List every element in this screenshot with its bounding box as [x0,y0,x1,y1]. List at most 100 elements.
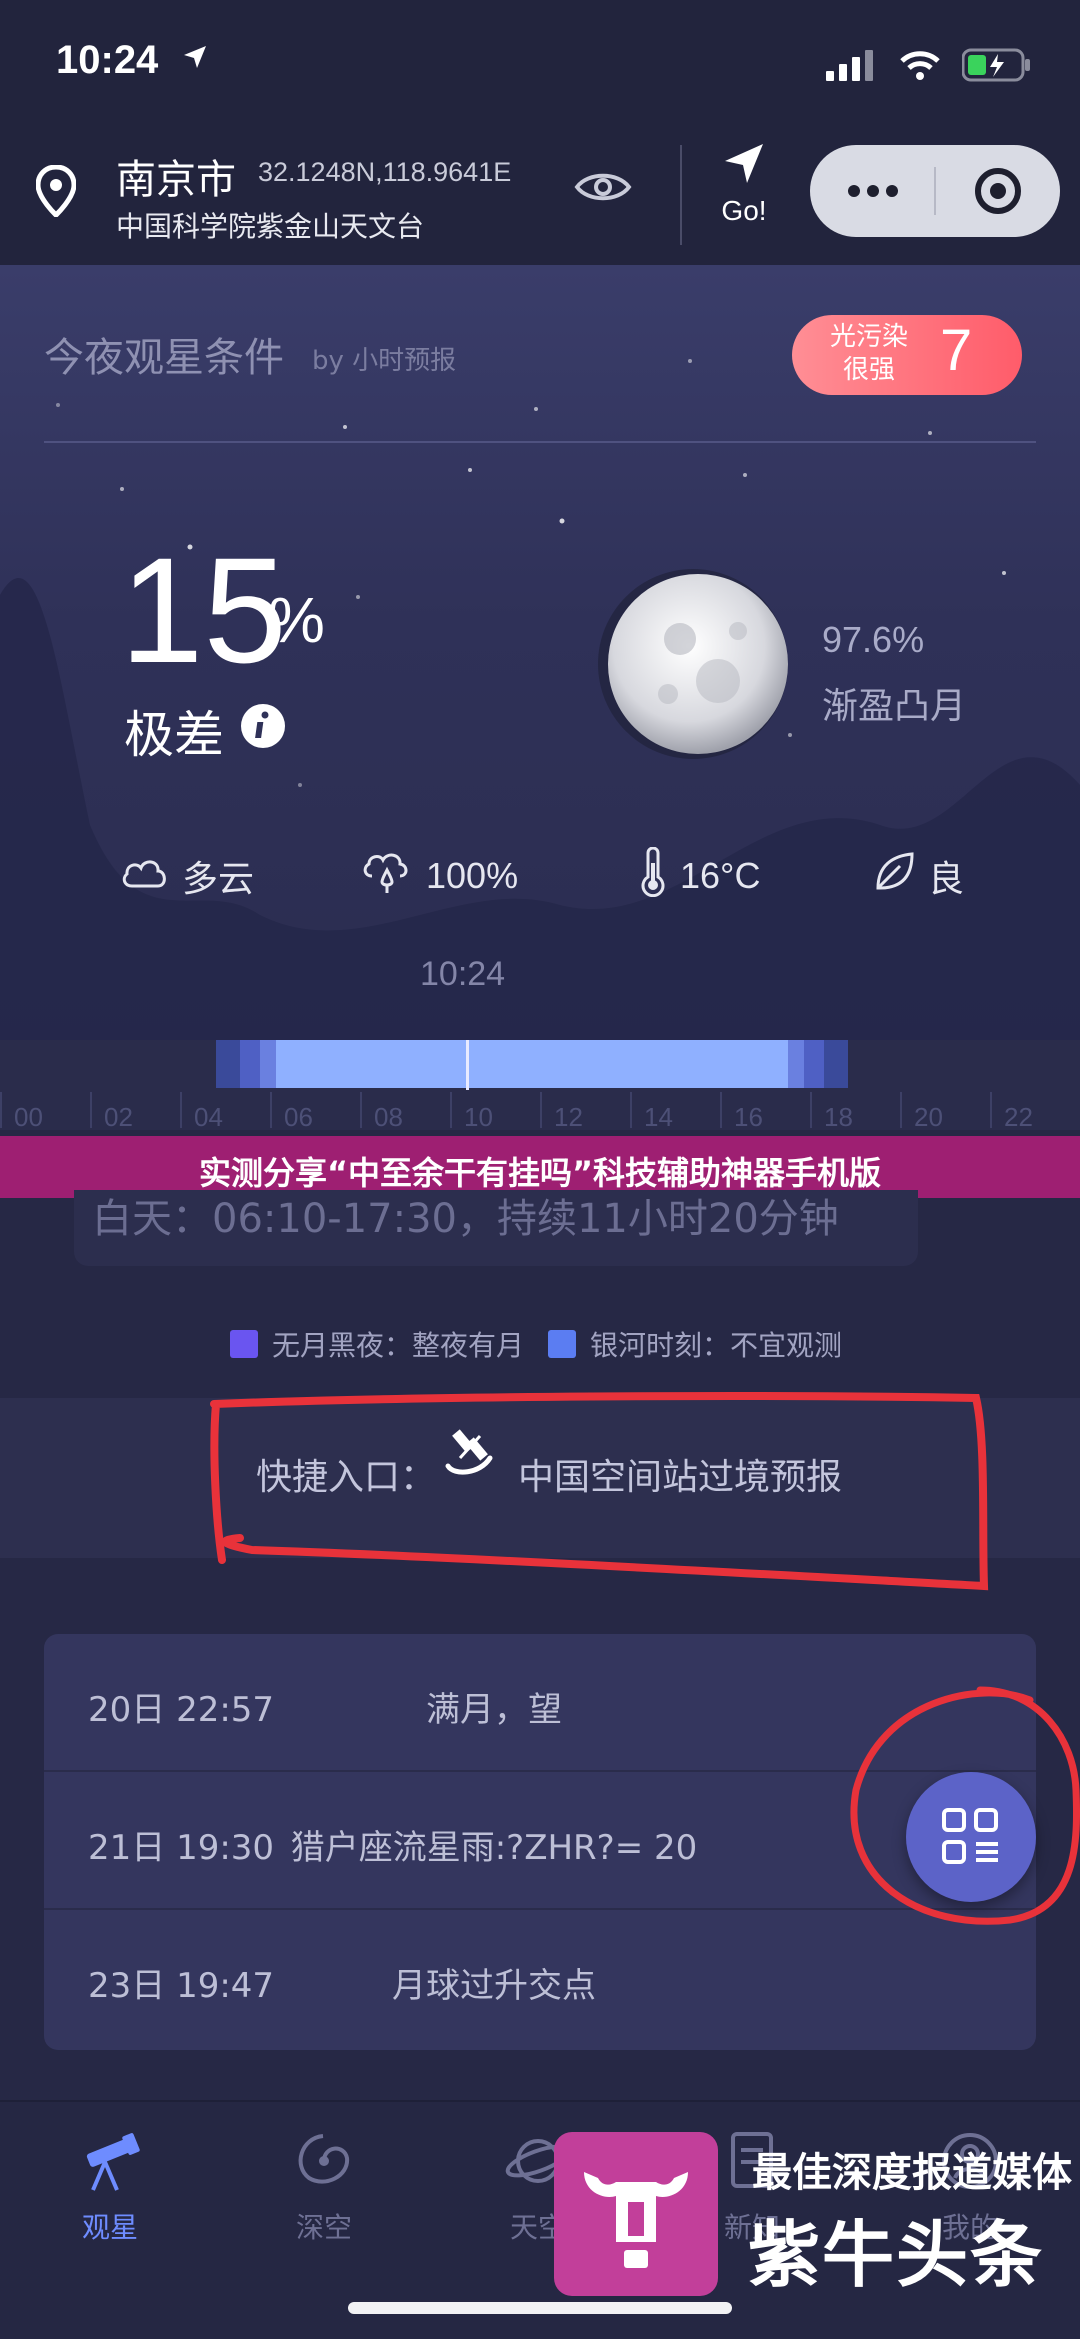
location-pin-icon [35,164,77,221]
tab-label: 深空 [295,2211,352,2244]
timeline-band [260,1040,276,1088]
watermark-tagline: 最佳深度报道媒体 [752,2150,1072,2196]
timeline-tick-mark [900,1092,902,1128]
timeline-tick-label: 08 [374,1102,403,1132]
eye-icon[interactable] [574,167,632,211]
battery-icon [961,48,1032,86]
event-description: 满月，望 [426,1690,562,1730]
observatory-name: 中国科学院紫金山天文台 [116,210,425,243]
go-button[interactable]: Go! [706,141,782,251]
timeline-band [216,1040,240,1088]
cloud-icon [120,854,170,899]
timeline-ticks: 00 02 04 06 08 10 12 14 16 18 20 22 [0,1092,1080,1132]
weather-text: 16°C [680,855,761,896]
timeline-tick-mark [450,1092,452,1128]
watermark-brand: 紫牛头条 [748,2213,1045,2297]
stargazing-panel: 今夜观星条件 by 小时预报 光污染很强 7 15 % 极差 97.6% 渐盈凸… [0,265,1080,1055]
timeline-tick-label: 06 [284,1102,313,1132]
light-pollution-badge[interactable]: 光污染很强 7 [792,315,1022,395]
timeline-now-marker [466,1040,469,1090]
wifi-icon [898,49,942,85]
weather-text: 良 [928,858,965,899]
timeline-band [788,1040,804,1088]
legend-item: 银河时刻：不宜观测 [548,1324,842,1364]
signal-icon [826,49,878,85]
timeline-tick-mark [0,1092,2,1128]
observation-index-unit: % [268,584,325,656]
miniprogram-capsule [810,145,1060,237]
hourly-timeline[interactable]: 00 02 04 06 08 10 12 14 16 18 20 22 [0,1040,1080,1132]
timeline-tick-mark [90,1092,92,1128]
event-row[interactable]: 20日 22:57 满月，望 [44,1634,1036,1772]
observation-index: 15 [120,526,287,694]
current-time-label: 10:24 [420,955,506,993]
timeline-band [824,1040,848,1088]
status-icons [826,48,1032,86]
weather-text: 100% [426,855,519,896]
space-station-forecast-link[interactable]: 中国空间站过境预报 [518,1448,842,1500]
moon-illumination: 97.6% [822,619,925,660]
timeline-band [804,1040,824,1088]
header-divider [680,145,682,245]
timeline-tick-label: 04 [194,1102,223,1132]
navigation-arrow-icon [721,144,767,191]
status-bar: 10:24 [0,0,1080,135]
grid-menu-icon [942,1808,998,1864]
daylight-text: 白天：06:10-17:30，持续11小时20分钟 [92,1196,839,1242]
galaxy-icon [289,2134,359,2200]
weather-text: 多云 [182,858,255,899]
moon-phase: 渐盈凸月 [822,686,967,727]
legend-swatch [548,1330,576,1358]
section-title: 今夜观星条件 [44,335,284,381]
home-indicator [348,2302,732,2314]
status-time: 10:24 [56,38,159,82]
location-arrow-icon [182,44,208,74]
timeline-tick-label: 18 [824,1102,853,1132]
tab-deep-space[interactable]: 深空 [254,2126,394,2246]
thermometer-icon [638,846,668,906]
timeline-tick-label: 10 [464,1102,493,1132]
section-divider [44,441,1036,443]
timeline-tick-label: 20 [914,1102,943,1132]
legend-item: 无月黑夜：整夜有月 [230,1324,524,1364]
timeline-tick-label: 02 [104,1102,133,1132]
timeline-tick-mark [720,1092,722,1128]
timeline-tick-mark [540,1092,542,1128]
timeline-tick-label: 12 [554,1102,583,1132]
legend-swatch [230,1330,258,1358]
legend-text: 无月黑夜：整夜有月 [272,1329,525,1362]
timeline-tick-mark [270,1092,272,1128]
space-station-icon [440,1422,500,1486]
timeline-band [240,1040,260,1088]
more-button[interactable] [810,145,935,237]
event-description: 月球过升交点 [392,1966,596,2006]
coordinates: 32.1248N,118.9641E [258,157,512,187]
weather-humidity: 100% [360,851,518,901]
close-miniprogram-button[interactable] [936,145,1060,237]
timeline-daylight-band [276,1040,788,1088]
timeline-tick-label: 00 [14,1102,43,1132]
light-pollution-value: 7 [940,318,973,383]
weather-cloud: 多云 [120,851,254,901]
menu-fab-button[interactable] [906,1772,1036,1902]
observation-quality: 极差 [124,706,224,764]
bull-logo-icon [584,2172,688,2268]
tab-stargazing[interactable]: 观星 [40,2126,180,2246]
timeline-tick-label: 16 [734,1102,763,1132]
event-description: 猎户座流星雨:?ZHR?= 20 [290,1828,698,1868]
info-icon[interactable] [240,703,286,753]
weather-temperature: 16°C [638,846,761,901]
watermark-logo [554,2132,718,2296]
humidity-icon [360,850,414,903]
timeline-tick-label: 22 [1004,1102,1033,1132]
event-row[interactable]: 23日 19:47 月球过升交点 [44,1910,1036,2048]
timeline-tick-mark [990,1092,992,1128]
timeline-tick-mark [360,1092,362,1128]
event-row[interactable]: 21日 19:30 猎户座流星雨:?ZHR?= 20 [44,1772,1036,1910]
location-header: 南京市 32.1248N,118.9641E 中国科学院紫金山天文台 Go! [0,135,1080,265]
go-label: Go! [721,195,767,226]
hourly-forecast-link[interactable]: by 小时预报 [312,340,456,377]
city-name[interactable]: 南京市 [116,147,236,205]
shortcut-label: 快捷入口： [256,1457,437,1498]
light-pollution-label: 光污染很强 [829,322,908,385]
